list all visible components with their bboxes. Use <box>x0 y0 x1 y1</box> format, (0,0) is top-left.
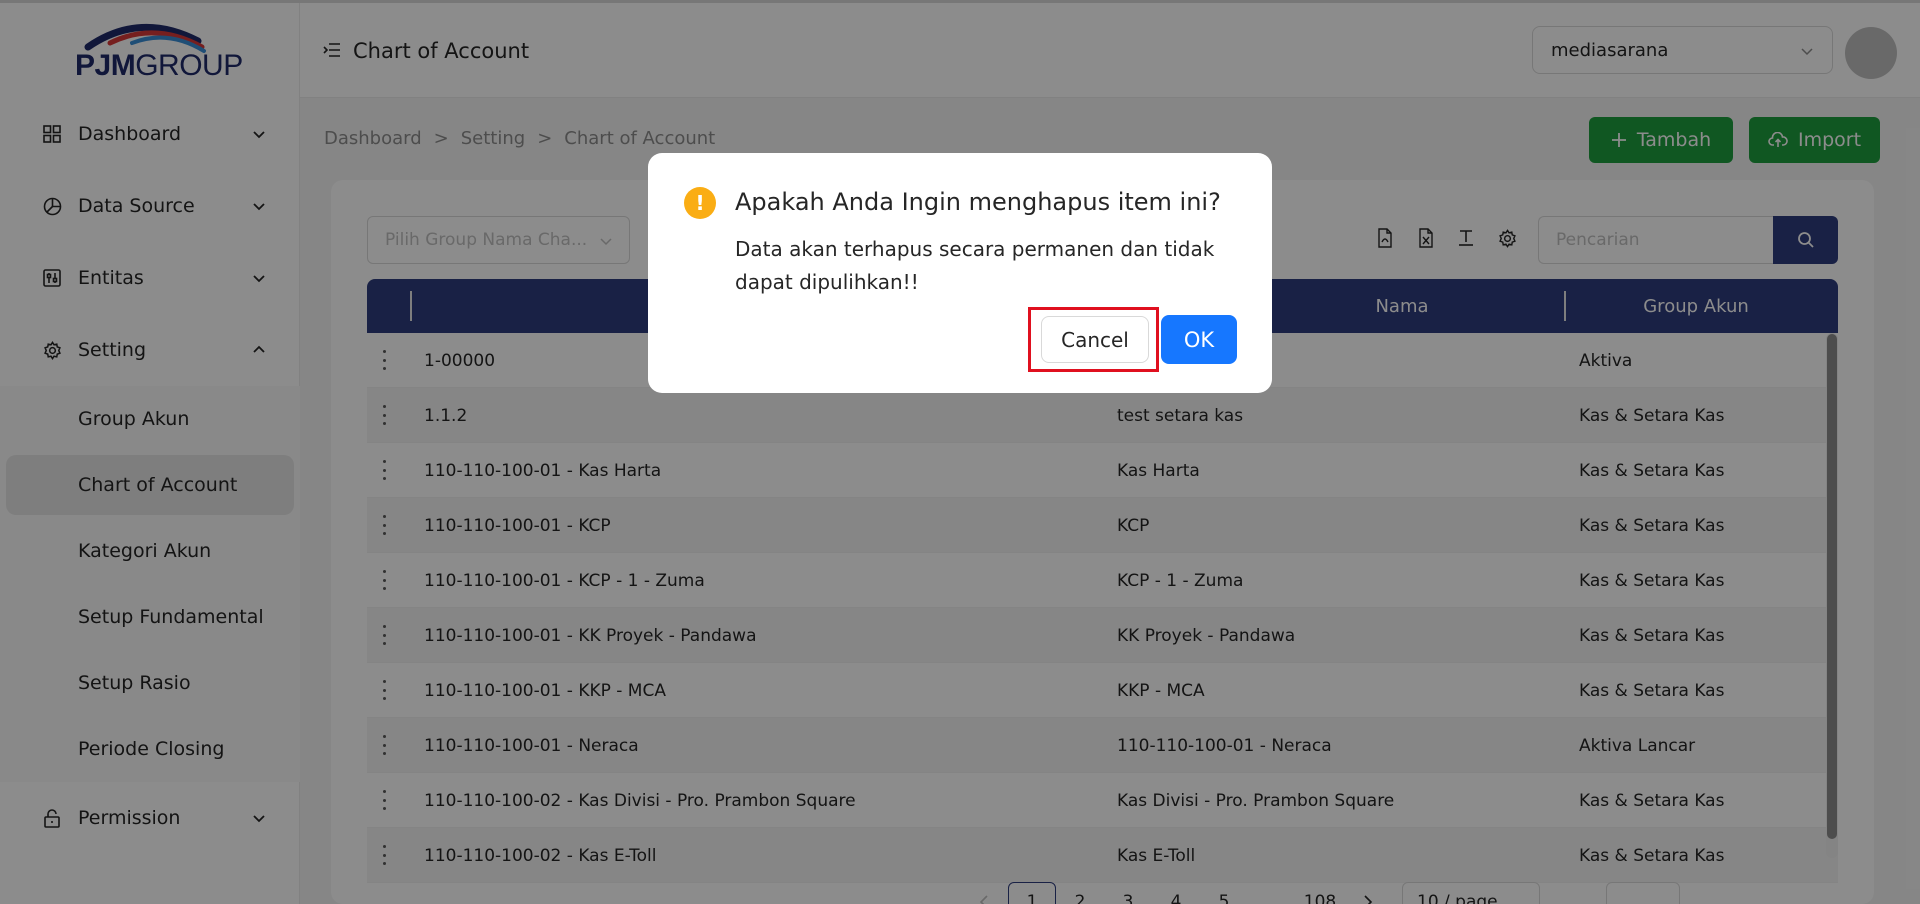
modal-body: Data akan terhapus secara permanen dan t… <box>735 237 1215 294</box>
ok-button[interactable]: OK <box>1161 315 1237 364</box>
confirm-delete-modal: ! Apakah Anda Ingin menghapus item ini? … <box>648 153 1272 393</box>
exclamation-circle-icon: ! <box>684 187 716 219</box>
cancel-button[interactable]: Cancel <box>1041 316 1149 363</box>
modal-title: Apakah Anda Ingin menghapus item ini? <box>735 188 1221 216</box>
modal-overlay[interactable] <box>0 0 1920 904</box>
